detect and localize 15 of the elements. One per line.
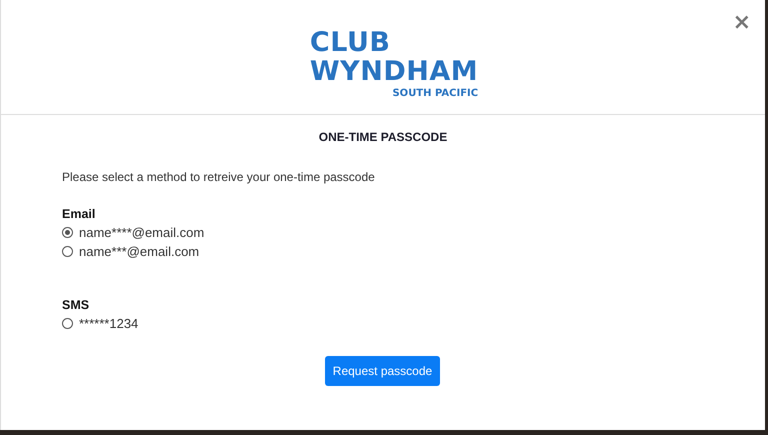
request-passcode-button[interactable]: Request passcode — [324, 356, 440, 386]
radio-button[interactable] — [62, 246, 73, 257]
group-label: SMS — [62, 298, 90, 312]
group-label: Email — [62, 207, 96, 221]
logo-text: CLUB — [310, 28, 390, 57]
option-label[interactable]: name***@email.com — [79, 244, 200, 259]
radio-button[interactable] — [62, 227, 73, 238]
logo-text: WYNDHAM — [310, 57, 478, 86]
logo-tagline: SOUTH PACIFIC — [392, 88, 478, 99]
close-button[interactable]: × — [732, 12, 751, 34]
instruction-text: Please select a method to retreive your one-time passcode — [62, 170, 376, 184]
radio-button[interactable] — [62, 318, 73, 329]
option-label[interactable]: ******1234 — [79, 316, 138, 331]
option-label[interactable]: name****@email.com — [79, 225, 204, 240]
dialog-title: ONE-TIME PASSCODE — [318, 130, 448, 144]
